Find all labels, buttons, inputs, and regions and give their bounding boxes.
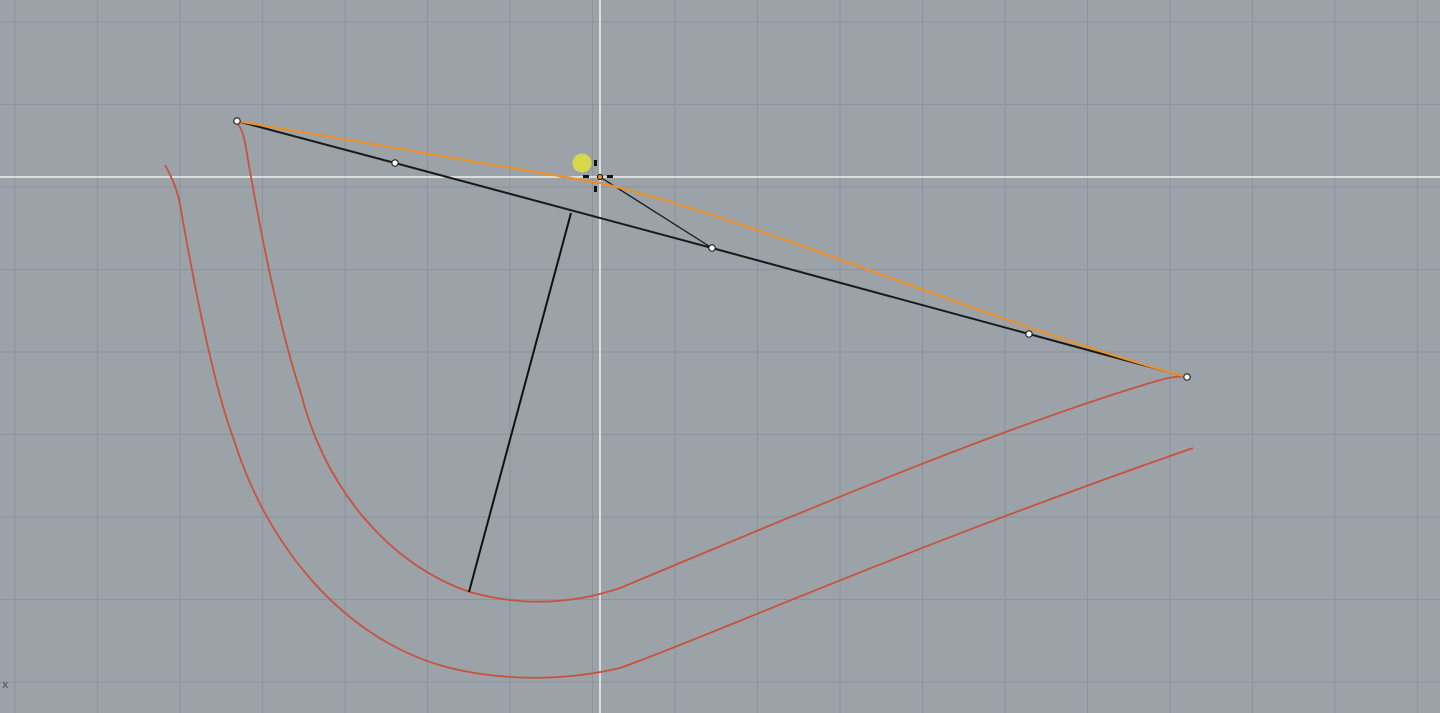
inner-curve[interactable] bbox=[236, 122, 1188, 603]
cursor-highlight-icon bbox=[572, 153, 592, 173]
viewport-canvas[interactable] bbox=[0, 0, 1440, 713]
viewport-grid bbox=[0, 0, 1440, 713]
outer-curve[interactable] bbox=[164, 164, 1194, 679]
control-point-3[interactable] bbox=[708, 244, 716, 252]
control-point-5[interactable] bbox=[1183, 373, 1191, 381]
control-point-2[interactable] bbox=[391, 159, 399, 167]
modeling-viewport[interactable]: x bbox=[0, 0, 1440, 713]
control-point-1[interactable] bbox=[233, 117, 241, 125]
axis-label: x bbox=[2, 678, 10, 691]
control-point-4[interactable] bbox=[1025, 330, 1033, 338]
